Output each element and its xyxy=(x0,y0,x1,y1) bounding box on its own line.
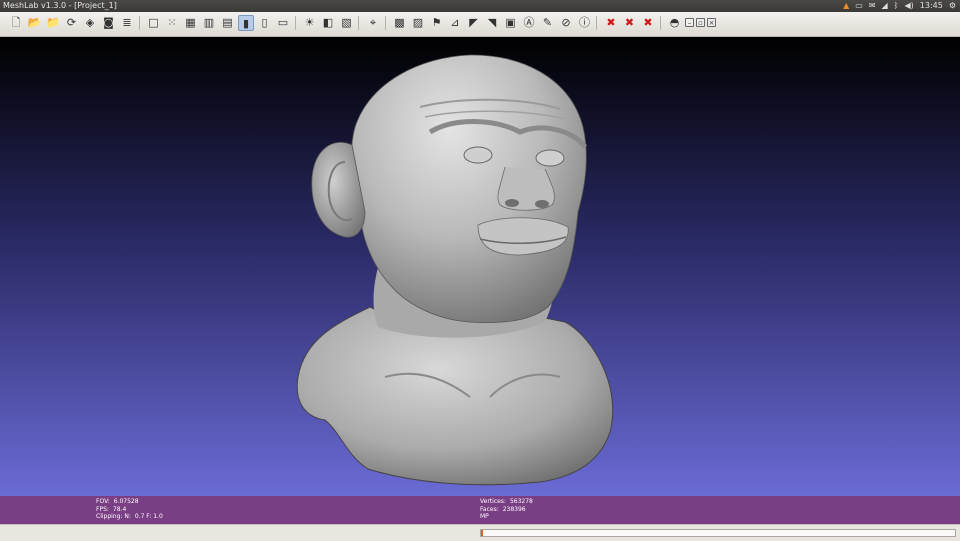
select-connected-button[interactable]: ◤ xyxy=(466,15,482,31)
volume-icon[interactable]: ◀) xyxy=(904,0,913,12)
bust-right-eye xyxy=(535,149,565,167)
wifi-icon[interactable]: ◢ xyxy=(882,0,888,12)
mesh-render[interactable] xyxy=(0,37,960,496)
cursor-button[interactable]: ◓ xyxy=(667,15,683,31)
hidden-lines-render-button[interactable]: ▥ xyxy=(201,15,217,31)
power-gear-icon[interactable]: ⚙ xyxy=(949,0,956,12)
backface-button[interactable]: ◧ xyxy=(320,15,336,31)
restore-sub-button[interactable]: ▫ xyxy=(696,18,705,27)
clock[interactable]: 13:45 xyxy=(920,0,943,12)
info-right-column: Vertices: 563278 Faces: 238396 MP xyxy=(480,498,533,521)
brush-button[interactable]: ⊘ xyxy=(558,15,574,31)
layers-button[interactable]: ≣ xyxy=(119,15,135,31)
import-mesh-button[interactable]: 📁 xyxy=(45,15,61,31)
window-titlebar: MeshLab v1.3.0 - [Project_1] ▲ ▭ ✉ ◢ ᛒ ◀… xyxy=(0,0,960,12)
bust-left-eye xyxy=(463,146,493,164)
info-label: Faces: xyxy=(480,505,499,513)
annotate-button[interactable]: Ⓐ xyxy=(521,15,537,31)
measure-button[interactable]: ▣ xyxy=(503,15,519,31)
info-button[interactable]: ⓘ xyxy=(577,15,593,31)
minimize-sub-button[interactable]: – xyxy=(685,18,694,27)
3d-viewport[interactable] xyxy=(0,37,960,496)
info-value: 0.7 F: 1.0 xyxy=(134,513,163,520)
status-bar xyxy=(0,524,960,541)
flat-render-button[interactable]: ▮ xyxy=(238,15,254,31)
wireframe-render-button[interactable]: ▦ xyxy=(183,15,199,31)
info-value: 238396 xyxy=(502,505,526,513)
info-row: FPS: 78.4 xyxy=(96,506,163,514)
main-toolbar: 🗋 📂 📁 ⟳ ◈ ◙ ≣ □ ⁙ ▦ ▥ ▤ ▮ ▯ ▭ ☀ ◧ ▧ ⌖ ▩ ▨ ⚑ ⊿ ◤ ◥ ▣ Ⓐ ✎ ⊘ ⓘ ✖ ✖ ✖ ◓ – ▫ × xyxy=(0,12,960,37)
flat-lines-render-button[interactable]: ▤ xyxy=(220,15,236,31)
smooth-render-button[interactable]: ▯ xyxy=(257,15,273,31)
light-button[interactable]: ☀ xyxy=(302,15,318,31)
toolbar-separator xyxy=(384,16,386,30)
bbox-render-button[interactable]: □ xyxy=(146,15,162,31)
bluetooth-icon[interactable]: ᛒ xyxy=(894,0,899,12)
new-project-button[interactable]: 🗋 xyxy=(8,15,24,31)
toolbar-separator xyxy=(659,16,661,30)
open-project-button[interactable]: 📂 xyxy=(27,15,43,31)
export-mesh-button[interactable]: ◈ xyxy=(82,15,98,31)
paint-button[interactable]: ✎ xyxy=(540,15,556,31)
info-overlay: FOV: 6.07528 FPS: 78.4 Clipping: N: 0.7 F: 1.… xyxy=(0,496,960,524)
snapshot-button[interactable]: ◙ xyxy=(101,15,117,31)
align-button[interactable]: ⚑ xyxy=(429,15,445,31)
progress-bar xyxy=(480,529,956,537)
info-row: Vertices: 563278 xyxy=(480,498,533,506)
window-title: MeshLab v1.3.0 - [Project_1] xyxy=(3,1,117,10)
pick-points-button[interactable]: ⌖ xyxy=(365,15,381,31)
points-render-button[interactable]: ⁙ xyxy=(164,15,180,31)
delete-faces-button[interactable]: ✖ xyxy=(603,15,619,31)
info-label: Vertices: xyxy=(480,498,506,505)
info-row: MP xyxy=(480,513,533,521)
info-left-column: FOV: 6.07528 FPS: 78.4 Clipping: N: 0.7 F: 1.… xyxy=(96,498,163,521)
colorize-button[interactable]: ▨ xyxy=(410,15,426,31)
info-filter-button[interactable]: ▩ xyxy=(392,15,408,31)
toolbar-separator xyxy=(294,16,296,30)
delete-vertices-button[interactable]: ✖ xyxy=(622,15,638,31)
info-value: 563278 xyxy=(509,498,533,505)
battery-icon[interactable]: ▭ xyxy=(855,0,863,12)
info-value: 78.4 xyxy=(112,505,127,513)
progress-fill xyxy=(481,530,483,536)
reload-button[interactable]: ⟳ xyxy=(64,15,80,31)
texture-render-button[interactable]: ▭ xyxy=(275,15,291,31)
close-sub-button[interactable]: × xyxy=(707,18,716,27)
info-label: Clipping: N: xyxy=(96,513,131,520)
toolbar-separator xyxy=(358,16,359,30)
toolbar-separator xyxy=(138,16,140,30)
vlc-icon[interactable]: ▲ xyxy=(843,0,849,12)
select-vertex-button[interactable]: ◥ xyxy=(484,15,500,31)
info-row: FOV: 6.07528 xyxy=(96,498,163,506)
info-value: 6.07528 xyxy=(113,498,139,505)
info-row: Faces: 238396 xyxy=(480,506,533,514)
system-tray: ▲ ▭ ✉ ◢ ᛒ ◀) 13:45 ⚙ xyxy=(843,0,956,12)
mail-icon[interactable]: ✉ xyxy=(869,0,876,12)
info-label: FOV: xyxy=(96,498,110,505)
info-label: MP xyxy=(480,513,489,520)
delete-mixed-button[interactable]: ✖ xyxy=(640,15,656,31)
select-faces-button[interactable]: ⊿ xyxy=(447,15,463,31)
info-row: Clipping: N: 0.7 F: 1.0 xyxy=(96,513,163,521)
toolbar-separator xyxy=(596,16,597,30)
info-label: FPS: xyxy=(96,505,109,513)
selected-faces-button[interactable]: ▧ xyxy=(339,15,355,31)
